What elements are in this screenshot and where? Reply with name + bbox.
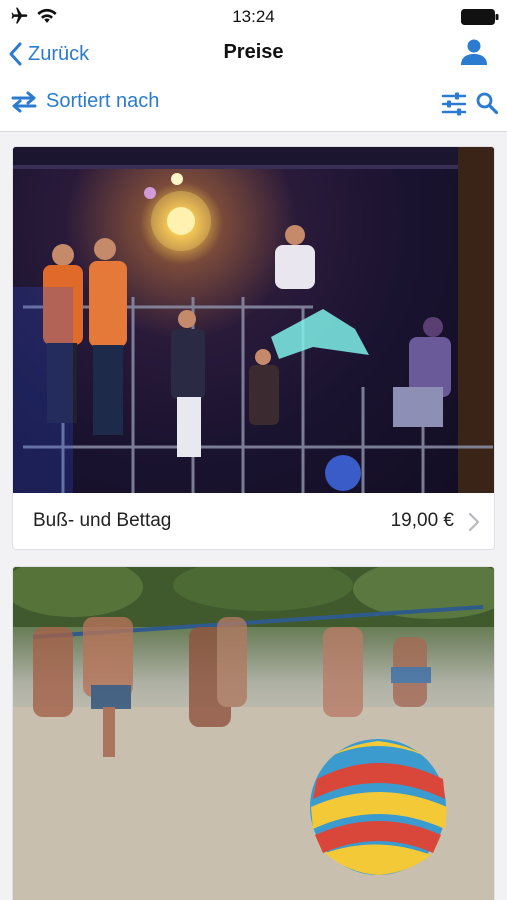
user-icon[interactable]	[459, 37, 489, 67]
battery-icon	[461, 9, 499, 25]
swap-arrows-icon	[11, 91, 37, 112]
sliders-icon[interactable]	[441, 91, 467, 117]
search-icon[interactable]	[475, 91, 499, 115]
app-screen: 13:24 Zurück Preise Sortiert nach Buß- u…	[0, 0, 507, 900]
event-photo-beach-volleyball	[13, 567, 494, 900]
card-footer: Buß- und Bettag 19,00 €	[13, 493, 494, 549]
item-title: Buß- und Bettag	[33, 510, 172, 531]
chevron-right-icon	[468, 512, 480, 532]
status-time: 13:24	[232, 7, 275, 26]
toolbar: Sortiert nach	[0, 74, 507, 132]
list-item[interactable]: Buß- und Bettag 19,00 €	[12, 146, 495, 550]
status-bar: 13:24	[0, 0, 507, 34]
sort-button[interactable]: Sortiert nach	[10, 90, 159, 113]
event-photo-concert	[13, 147, 494, 493]
nav-bar: Zurück Preise	[0, 34, 507, 74]
page-title: Preise	[223, 41, 284, 63]
concert-scene	[13, 147, 494, 493]
item-price: 19,00 €	[390, 510, 454, 531]
sort-label: Sortiert nach	[46, 90, 160, 112]
beach-scene	[13, 567, 494, 900]
list-item[interactable]	[12, 566, 495, 900]
price-list: Buß- und Bettag 19,00 €	[12, 146, 495, 900]
